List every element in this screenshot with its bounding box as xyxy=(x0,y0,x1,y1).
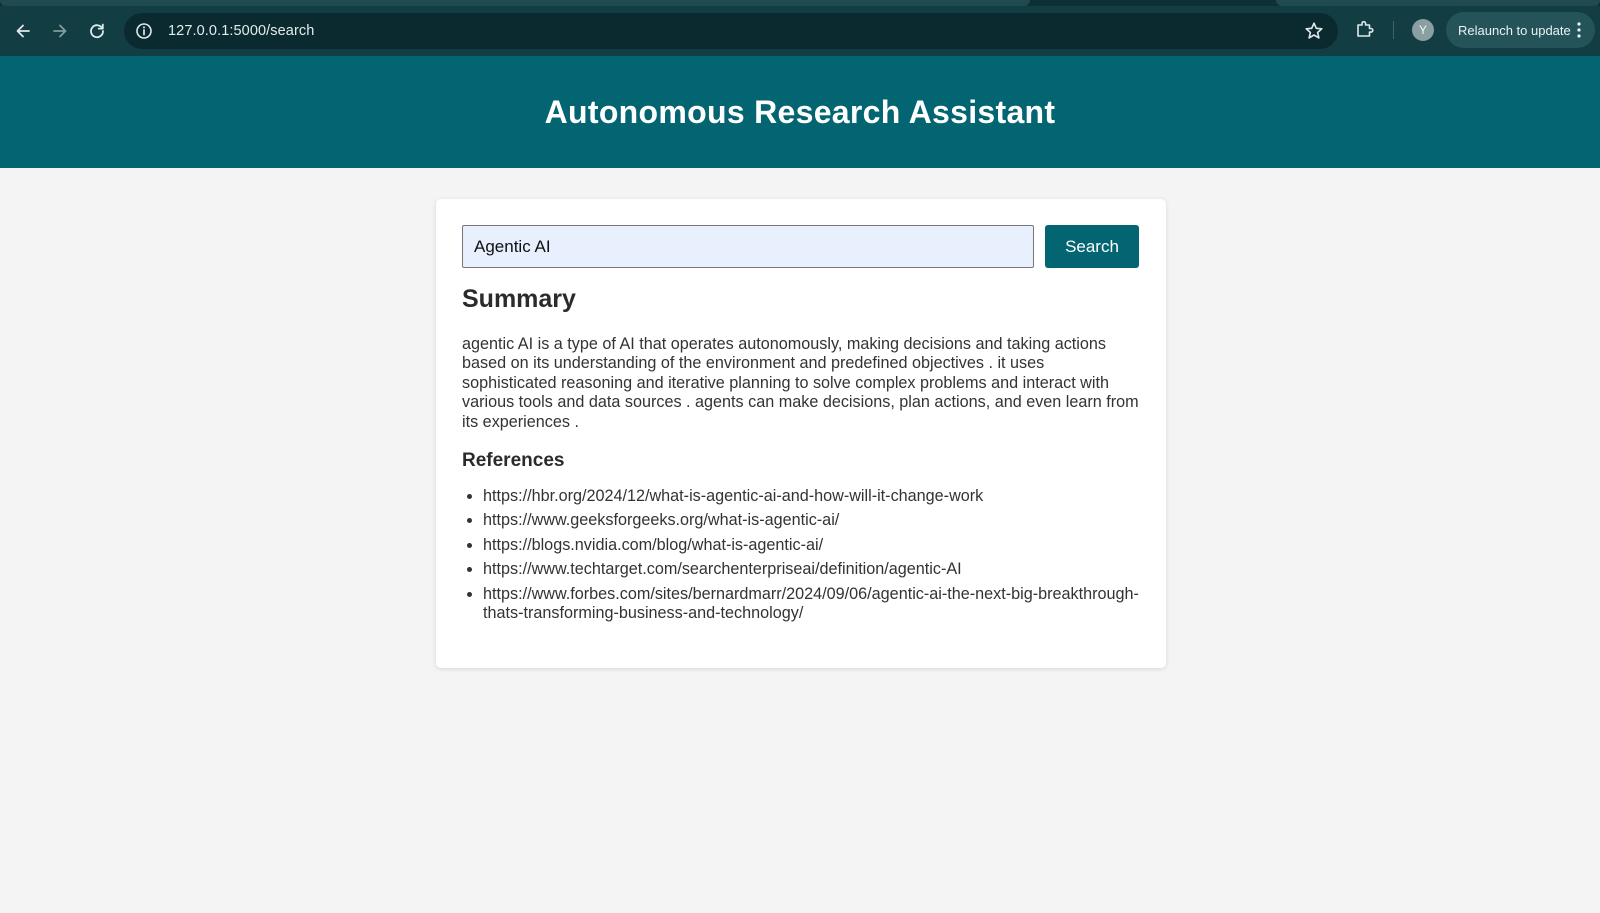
results-card: Search Summary agentic AI is a type of A… xyxy=(436,199,1166,668)
url-text[interactable]: 127.0.0.1:5000/search xyxy=(168,23,314,39)
list-item: https://blogs.nvidia.com/blog/what-is-ag… xyxy=(483,536,1142,555)
avatar[interactable]: Y xyxy=(1412,19,1434,41)
reference-link[interactable]: https://www.geeksforgeeks.org/what-is-ag… xyxy=(483,511,839,529)
relaunch-label: Relaunch to update xyxy=(1458,22,1571,38)
search-button[interactable]: Search xyxy=(1045,225,1139,268)
info-icon[interactable] xyxy=(134,21,154,41)
arrow-right-icon xyxy=(53,24,67,38)
summary-heading: Summary xyxy=(462,285,576,313)
references-heading: References xyxy=(462,450,565,471)
page-title: Autonomous Research Assistant xyxy=(544,93,1056,130)
references-list: https://hbr.org/2024/12/what-is-agentic-… xyxy=(462,487,1142,628)
summary-text: agentic AI is a type of AI that operates… xyxy=(462,335,1139,431)
page-header: Autonomous Research Assistant xyxy=(0,56,1600,168)
reference-link[interactable]: https://www.forbes.com/sites/bernardmarr… xyxy=(483,585,1139,622)
search-input[interactable] xyxy=(462,225,1034,268)
list-item: https://www.geeksforgeeks.org/what-is-ag… xyxy=(483,511,1142,530)
toolbar-divider xyxy=(1393,21,1394,39)
reload-button[interactable] xyxy=(79,13,115,49)
reference-link[interactable]: https://hbr.org/2024/12/what-is-agentic-… xyxy=(483,487,983,505)
back-button[interactable] xyxy=(5,13,41,49)
relaunch-button[interactable]: Relaunch to update xyxy=(1446,12,1595,48)
reference-link[interactable]: https://blogs.nvidia.com/blog/what-is-ag… xyxy=(483,536,823,554)
puzzle-icon[interactable] xyxy=(1355,19,1375,39)
reference-link[interactable]: https://www.techtarget.com/searchenterpr… xyxy=(483,560,962,578)
reload-icon xyxy=(90,23,104,39)
kebab-menu-icon[interactable] xyxy=(1577,22,1581,38)
list-item: https://hbr.org/2024/12/what-is-agentic-… xyxy=(483,487,1142,506)
list-item: https://www.techtarget.com/searchenterpr… xyxy=(483,560,1142,579)
arrow-left-icon xyxy=(16,24,30,38)
star-icon[interactable] xyxy=(1304,21,1324,41)
address-bar[interactable]: 127.0.0.1:5000/search xyxy=(124,13,1338,49)
list-item: https://www.forbes.com/sites/bernardmarr… xyxy=(483,585,1142,624)
forward-button[interactable] xyxy=(42,13,78,49)
